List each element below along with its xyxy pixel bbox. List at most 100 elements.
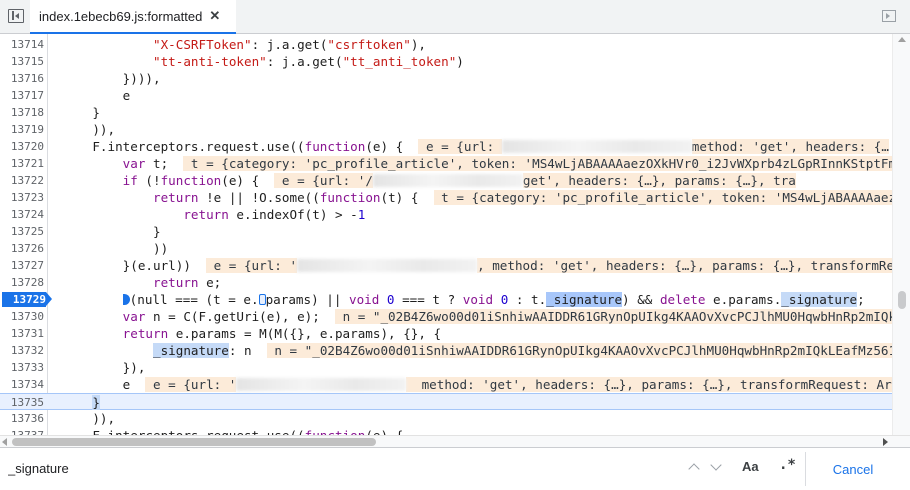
vertical-scrollbar-thumb[interactable] xyxy=(898,291,906,309)
code-text: )), xyxy=(62,121,115,138)
code-line[interactable]: 13732 _signature: n n = "_02B4Z6wo00d01i… xyxy=(0,342,897,359)
inline-value: n = "_02B4Z6wo00d01iSnhiwAAIDDR61GRynOpU… xyxy=(334,309,897,324)
redacted-blur xyxy=(236,378,407,391)
search-bar: Aa .* Cancel xyxy=(0,447,910,490)
code-token: }), xyxy=(62,360,146,375)
code-line[interactable]: 13719 )), xyxy=(0,121,892,138)
line-number[interactable]: 13730 xyxy=(0,308,44,325)
scroll-left-icon[interactable] xyxy=(2,438,7,446)
search-input[interactable] xyxy=(2,454,682,483)
code-text: } xyxy=(62,223,161,240)
code-line[interactable]: 13730 var n = C(F.getUri(e), e); n = "_0… xyxy=(0,308,897,325)
breakpoint-line-number[interactable]: 13729 xyxy=(2,291,54,308)
code-line[interactable]: 13717 e xyxy=(0,87,892,104)
inline-value: t = {category: 'pc_profile_article', tok… xyxy=(183,156,897,171)
code-token: e.params = M(M({}, e.params), {}, { xyxy=(168,326,442,341)
line-number[interactable]: 13727 xyxy=(0,257,44,274)
code-token: function xyxy=(319,190,381,205)
code-line[interactable]: 13715 "tt-anti-token": j.a.get("tt_anti_… xyxy=(0,53,892,70)
code-token: F.interceptors.request.use(( xyxy=(62,139,305,154)
execution-marker-icon[interactable] xyxy=(122,294,130,305)
code-token: }))), xyxy=(62,71,161,86)
line-number[interactable]: 13719 xyxy=(0,121,44,138)
code-text: }), xyxy=(62,359,146,376)
line-number[interactable]: 13723 xyxy=(0,189,44,206)
code-line[interactable]: 13736 )), xyxy=(0,410,892,427)
cancel-button[interactable]: Cancel xyxy=(808,452,898,486)
code-line[interactable]: 13735 } xyxy=(0,393,892,410)
code-line[interactable]: 13731 return e.params = M(M({}, e.params… xyxy=(0,325,892,342)
scroll-up-icon[interactable] xyxy=(898,37,906,42)
line-number[interactable]: 13734 xyxy=(0,376,44,393)
line-number[interactable]: 13733 xyxy=(0,359,44,376)
line-number[interactable]: 13718 xyxy=(0,104,44,121)
inline-value: , method: 'get', headers: {…}, params: {… xyxy=(477,258,902,273)
code-line[interactable]: 13726 )) xyxy=(0,240,892,257)
code-text: "X-CSRFToken": j.a.get("csrftoken"), xyxy=(62,36,426,53)
file-tab[interactable]: index.1ebecb69.js:formatted ✕ xyxy=(30,0,236,34)
line-number[interactable]: 13732 xyxy=(0,342,44,359)
code-line[interactable]: 13737 F.interceptors.request.use((functi… xyxy=(0,427,892,435)
horizontal-scrollbar[interactable] xyxy=(0,435,910,447)
inline-value: get', headers: {…}, params: {…}, tra xyxy=(522,173,796,188)
scroll-right-icon[interactable] xyxy=(883,438,888,446)
code-line[interactable]: 13723 return !e || !O.some((function(t) … xyxy=(0,189,897,206)
inline-value: e = {url: xyxy=(418,139,502,154)
code-line[interactable]: 13733 }), xyxy=(0,359,892,376)
line-number[interactable]: 13714 xyxy=(0,36,44,53)
search-match: _signature xyxy=(781,292,858,307)
line-number[interactable]: 13725 xyxy=(0,223,44,240)
vertical-scrollbar[interactable] xyxy=(892,34,910,435)
debugger-toggle-icon[interactable] xyxy=(882,10,896,22)
line-number[interactable]: 13720 xyxy=(0,138,44,155)
line-number[interactable]: 13717 xyxy=(0,87,44,104)
line-number[interactable]: 13728 xyxy=(0,274,44,291)
sidebar-toggle-icon[interactable] xyxy=(8,9,24,23)
code-token: delete xyxy=(659,292,706,307)
code-token: return xyxy=(122,326,169,341)
code-line[interactable]: 13721 var t; t = {category: 'pc_profile_… xyxy=(0,155,897,172)
line-number[interactable]: 13735 xyxy=(0,394,44,411)
code-line[interactable]: 13728 return e; xyxy=(0,274,892,291)
code-line[interactable]: 13734 e e = {url: ' method: 'get', heade… xyxy=(0,376,892,393)
inline-breakpoint-icon[interactable] xyxy=(258,294,266,305)
line-number[interactable]: 13715 xyxy=(0,53,44,70)
code-token: return xyxy=(153,275,199,290)
code-token: ) xyxy=(456,54,464,69)
code-text: if (!function(e) { e = {url: '/ get', hea… xyxy=(62,172,796,189)
code-editor[interactable]: 13714 "X-CSRFToken": j.a.get("csrftoken"… xyxy=(0,34,910,435)
code-token: )), xyxy=(62,122,116,137)
line-number[interactable]: 13721 xyxy=(0,155,44,172)
code-line[interactable]: 13727 }(e.url)) e = {url: ' , method: 'ge… xyxy=(0,257,902,274)
line-number[interactable]: 13737 xyxy=(0,427,44,435)
code-line[interactable]: 13720 F.interceptors.request.use((functi… xyxy=(0,138,892,155)
line-number[interactable]: 13736 xyxy=(0,410,44,427)
code-line[interactable]: 13716 }))), xyxy=(0,70,892,87)
line-number[interactable]: 13716 xyxy=(0,70,44,87)
regex-button[interactable]: .* xyxy=(779,457,796,473)
line-number[interactable]: 13731 xyxy=(0,325,44,342)
code-line[interactable]: 13725 } xyxy=(0,223,892,240)
line-number[interactable]: 13724 xyxy=(0,206,44,223)
code-line[interactable]: 13714 "X-CSRFToken": j.a.get("csrftoken"… xyxy=(0,36,892,53)
line-number[interactable]: 13722 xyxy=(0,172,44,189)
code-token: (! xyxy=(137,173,161,188)
code-text: var n = C(F.getUri(e), e); n = "_02B4Z6w… xyxy=(62,308,897,325)
code-token: e xyxy=(62,377,146,392)
code-line[interactable]: 13724 return e.indexOf(t) > -1 xyxy=(0,206,892,223)
line-number[interactable]: 13726 xyxy=(0,240,44,257)
code-line[interactable]: 13718 } xyxy=(0,104,892,121)
close-icon[interactable]: ✕ xyxy=(209,8,220,24)
horizontal-scrollbar-thumb[interactable] xyxy=(12,438,376,446)
next-match-button[interactable] xyxy=(710,459,724,473)
inline-value: method: 'get', headers: {… xyxy=(691,139,889,154)
match-case-button[interactable]: Aa xyxy=(742,459,759,474)
inline-value: n = "_02B4Z6wo00d01iSnhiwAAIDDR61GRynOpU… xyxy=(266,343,897,358)
code-line[interactable]: 13722 if (!function(e) { e = {url: '/ get… xyxy=(0,172,892,189)
previous-match-button[interactable] xyxy=(688,461,702,475)
code-line[interactable]: 13729 (null === (t = e. params) || void 0… xyxy=(0,291,892,308)
search-match: _signature xyxy=(546,292,623,307)
